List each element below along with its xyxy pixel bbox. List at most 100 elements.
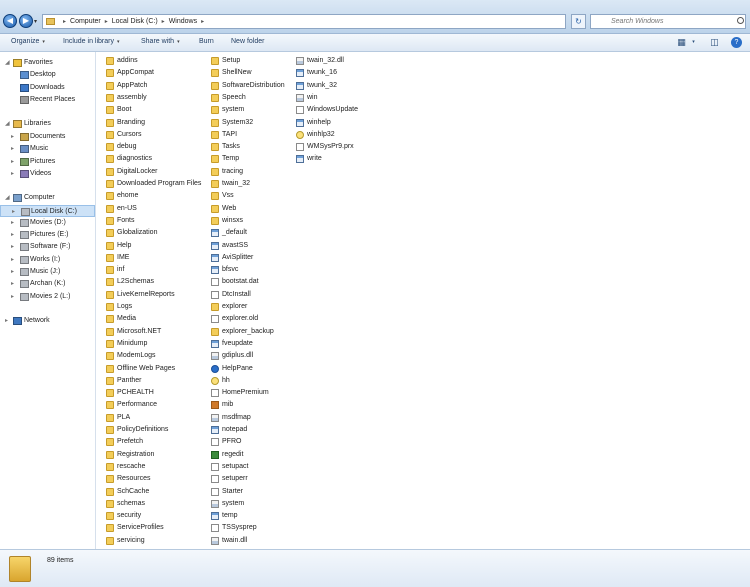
dll-icon [296,57,304,65]
chevron-down-icon: ▾ [116,39,120,45]
breadcrumb-computer[interactable]: Computer [70,18,101,25]
collapsed-arrow-icon[interactable]: ▸ [11,266,14,278]
file-name: AppPatch [117,81,148,89]
file-name: ShellNew [222,69,252,77]
breadcrumb-local-disk[interactable]: Local Disk (C:) [112,18,158,25]
nav-drive-3[interactable]: ▸ Software (F:) [0,241,95,253]
collapsed-arrow-icon[interactable]: ▸ [12,206,15,218]
folder-icon [211,204,219,213]
nav-item-1[interactable]: Downloads [0,82,95,94]
file-name: mib [222,401,234,409]
nav-label: Music [30,145,49,153]
view-options-icon[interactable]: ▦ [676,37,687,48]
nav-libraries[interactable]: ◢ Libraries [0,118,95,130]
collapsed-arrow-icon[interactable]: ▸ [11,143,14,155]
new-folder-button[interactable]: New folder [231,38,264,45]
burn-button[interactable]: Burn [199,38,214,45]
file-name: temp [222,512,238,520]
history-dropdown-icon[interactable]: ▾ [34,18,37,25]
collapsed-arrow-icon[interactable]: ▸ [11,229,14,241]
file-name: Minidump [117,339,148,347]
file-icon [211,487,219,496]
view-chevron-down-icon[interactable]: ▾ [688,37,699,48]
nav-library-1[interactable]: ▸ Music [0,143,95,155]
collapsed-arrow-icon[interactable]: ▸ [11,278,14,290]
collapsed-arrow-icon[interactable]: ▸ [11,168,14,180]
file-name: LiveKernelReports [117,290,175,298]
nav-library-0[interactable]: ▸ Documents [0,131,95,143]
nav-drive-4[interactable]: ▸ Works (I:) [0,254,95,266]
file-name: servicing [117,536,145,544]
recent-places-icon [20,96,29,104]
nav-drive-6[interactable]: ▸ Archan (K:) [0,278,95,290]
nav-item-0[interactable]: Desktop [0,69,95,81]
forward-button[interactable]: ▶ [19,14,33,28]
breadcrumb-windows[interactable]: Windows [169,18,197,25]
help-icon[interactable]: ? [731,37,742,48]
file-name: twunk_16 [307,69,337,77]
drive-icon [20,231,29,240]
file-name: rescache [117,462,146,470]
nav-library-3[interactable]: ▸ Videos [0,168,95,180]
nav-label: Movies 2 (L:) [30,292,71,300]
folder-icon [106,69,114,78]
expanded-arrow-icon[interactable]: ◢ [5,118,10,130]
collapsed-arrow-icon[interactable]: ▸ [11,241,14,253]
share-with-menu[interactable]: Share with ▾ [141,38,180,45]
preview-pane-icon[interactable]: ◫ [709,37,720,48]
search-icon[interactable] [737,17,744,24]
nav-drive-0[interactable]: ▸ Local Disk (C:) [0,204,95,218]
expanded-arrow-icon[interactable]: ◢ [5,192,10,204]
nav-label: Software (F:) [30,243,71,251]
refresh-button[interactable]: ↻ [571,14,586,29]
nav-item-2[interactable]: Recent Places [0,94,95,106]
nav-drive-2[interactable]: ▸ Pictures (E:) [0,229,95,241]
folder-icon [211,167,219,176]
back-button[interactable]: ◀ [3,14,17,28]
nav-drive-7[interactable]: ▸ Movies 2 (L:) [0,291,95,303]
nav-network[interactable]: ▸ Network [0,315,95,327]
nav-computer[interactable]: ◢ Computer [0,192,95,204]
collapsed-arrow-icon[interactable]: ▸ [11,156,14,168]
file-name: setuperr [222,475,248,483]
file-name: gdiplus.dll [222,352,254,360]
file-name: Tasks [222,143,240,151]
chevron-right-icon[interactable]: ▸ [201,18,204,25]
nav-library-2[interactable]: ▸ Pictures [0,156,95,168]
file-icon [211,389,219,398]
folder-icon [106,475,114,484]
computer-icon [13,194,22,202]
file-name: DtcInstall [222,290,251,298]
nav-label: Network [24,317,50,324]
file-name: PLA [117,413,131,421]
folder-icon [211,303,219,311]
nav-drive-5[interactable]: ▸ Music (J:) [0,266,95,278]
chevron-right-icon[interactable]: ▸ [105,18,108,25]
folder-icon [106,204,114,213]
search-input[interactable]: Search Windows [590,14,746,29]
collapsed-arrow-icon[interactable]: ▸ [11,217,14,229]
dll-icon [211,536,219,545]
nav-label: Pictures [30,157,56,165]
file-name: twunk_32 [307,81,337,89]
chevron-right-icon[interactable]: ▸ [63,18,66,25]
collapsed-arrow-icon[interactable]: ▸ [5,315,8,327]
collapsed-arrow-icon[interactable]: ▸ [11,291,14,303]
nav-favorites[interactable]: ◢ Favorites [0,57,95,69]
nav-label: Libraries [24,120,51,127]
include-in-library-menu[interactable]: Include in library ▾ [63,38,119,45]
file-name: PFRO [222,438,242,446]
expanded-arrow-icon[interactable]: ◢ [5,57,10,69]
nav-drive-1[interactable]: ▸ Movies (D:) [0,217,95,229]
organize-menu[interactable]: Organize ▾ [11,38,45,45]
folder-icon [106,487,114,496]
folder-icon [106,450,114,459]
folder-icon [106,93,114,102]
nav-label: Videos [30,169,52,177]
chevron-right-icon[interactable]: ▸ [162,18,165,25]
file-name: _default [222,229,247,237]
nav-label: Movies (D:) [30,218,66,226]
address-box[interactable]: ▸ Computer ▸ Local Disk (C:) ▸ Windows ▸ [42,14,566,29]
collapsed-arrow-icon[interactable]: ▸ [11,131,14,143]
collapsed-arrow-icon[interactable]: ▸ [11,254,14,266]
